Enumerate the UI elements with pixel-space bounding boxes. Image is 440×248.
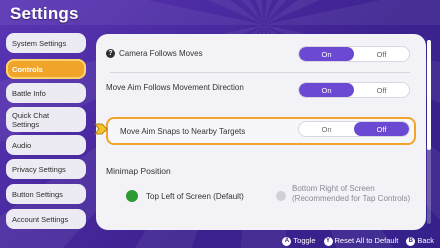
sidebar-item-label: Battle Info: [12, 88, 46, 98]
reset-hint-label: Reset All to Default: [334, 236, 399, 246]
minimap-option-bottom-right[interactable]: Bottom Right of Screen (Recommended for …: [292, 184, 412, 204]
sidebar-item-privacy-settings[interactable]: Privacy Settings: [6, 159, 86, 179]
footer-controls: A Toggle Y Reset All to Default B Back: [282, 236, 434, 246]
sidebar-item-label: Quick Chat Settings: [12, 110, 50, 129]
question-icon[interactable]: ?: [106, 49, 115, 59]
radio-unselected-icon[interactable]: [276, 191, 286, 201]
sidebar-item-system-settings[interactable]: System Settings: [6, 33, 86, 53]
sidebar-item-label: System Settings: [12, 38, 67, 48]
toggle-on-option[interactable]: On: [299, 47, 354, 61]
reset-hint[interactable]: Y Reset All to Default: [323, 236, 399, 246]
check-icon[interactable]: [126, 190, 138, 202]
scrollbar[interactable]: [427, 40, 431, 224]
sidebar-item-quick-chat-settings[interactable]: Quick Chat Settings: [6, 107, 86, 132]
toggle-off-option[interactable]: Off: [354, 122, 409, 136]
page-title: Settings: [10, 4, 79, 23]
toggle-off-option[interactable]: Off: [354, 47, 409, 61]
sidebar-item-label: Privacy Settings: [12, 164, 66, 174]
back-hint[interactable]: B Back: [406, 236, 434, 246]
back-hint-label: Back: [417, 236, 434, 246]
sidebar-item-button-settings[interactable]: Button Settings: [6, 184, 86, 204]
minimap-option-top-left[interactable]: Top Left of Screen (Default): [146, 192, 286, 201]
sidebar-item-battle-info[interactable]: Battle Info: [6, 83, 86, 103]
toggle-hint[interactable]: A Toggle: [282, 236, 316, 246]
a-button-icon: A: [282, 237, 292, 246]
sidebar-item-audio[interactable]: Audio: [6, 135, 86, 155]
b-button-icon: B: [406, 237, 416, 246]
toggle-hint-label: Toggle: [293, 236, 316, 246]
toggle-off-option[interactable]: Off: [354, 83, 409, 97]
toggle-on-option[interactable]: On: [299, 83, 354, 97]
aim-snaps-label: Move Aim Snaps to Nearby Targets: [120, 127, 246, 136]
sidebar-item-label: Button Settings: [12, 189, 63, 199]
scrollbar-thumb[interactable]: [427, 40, 431, 150]
sidebar-item-label: Controls: [12, 64, 43, 74]
toggle-on-option[interactable]: On: [299, 122, 354, 136]
aim-snaps-toggle[interactable]: On Off: [298, 121, 410, 137]
camera-follows-moves-label: Camera Follows Moves: [119, 49, 203, 58]
sidebar-item-label: Account Settings: [12, 214, 69, 224]
minimap-position-heading: Minimap Position: [106, 166, 171, 176]
aim-follows-movement-label: Move Aim Follows Movement Direction: [106, 83, 244, 92]
sidebar-item-controls[interactable]: Controls: [6, 59, 86, 79]
selection-arrow-icon: [94, 123, 108, 135]
divider: [110, 72, 410, 73]
camera-follows-moves-toggle[interactable]: On Off: [298, 46, 410, 62]
aim-follows-movement-toggle[interactable]: On Off: [298, 82, 410, 98]
sidebar-item-label: Audio: [12, 140, 32, 150]
sidebar-item-account-settings[interactable]: Account Settings: [6, 209, 86, 229]
y-button-icon: Y: [323, 237, 333, 246]
